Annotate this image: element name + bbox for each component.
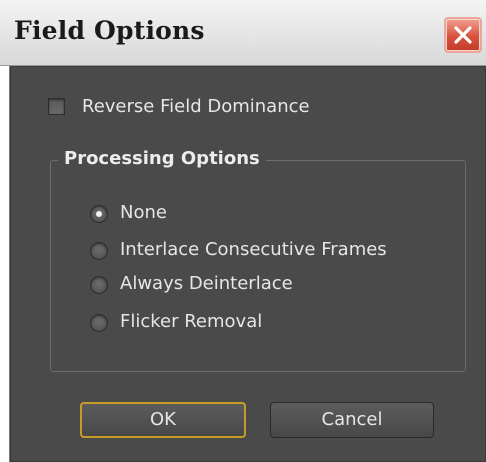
radio-label-always-deinterlace: Always Deinterlace	[120, 273, 293, 294]
close-button[interactable]	[444, 17, 482, 53]
processing-options-group	[50, 160, 466, 372]
title-bar[interactable]: Field Options	[0, 0, 486, 66]
radio-label-flicker-removal: Flicker Removal	[120, 311, 263, 332]
field-options-dialog: Field Options Reverse Field Dominance Pr…	[0, 0, 486, 462]
reverse-field-dominance-label: Reverse Field Dominance	[82, 96, 310, 117]
close-icon	[454, 26, 472, 44]
radio-always-deinterlace[interactable]	[90, 276, 108, 294]
reverse-field-dominance-checkbox[interactable]	[48, 98, 65, 115]
radio-label-interlace-consecutive-frames: Interlace Consecutive Frames	[120, 239, 387, 260]
window-frame-edge	[0, 66, 10, 462]
dialog-title: Field Options	[14, 16, 205, 45]
radio-interlace-consecutive-frames[interactable]	[90, 242, 108, 260]
radio-label-none: None	[120, 202, 167, 223]
cancel-button[interactable]: Cancel	[270, 402, 434, 438]
ok-button[interactable]: OK	[80, 402, 246, 438]
processing-options-title: Processing Options	[58, 148, 266, 169]
radio-flicker-removal[interactable]	[90, 314, 108, 332]
radio-none[interactable]	[90, 205, 108, 223]
